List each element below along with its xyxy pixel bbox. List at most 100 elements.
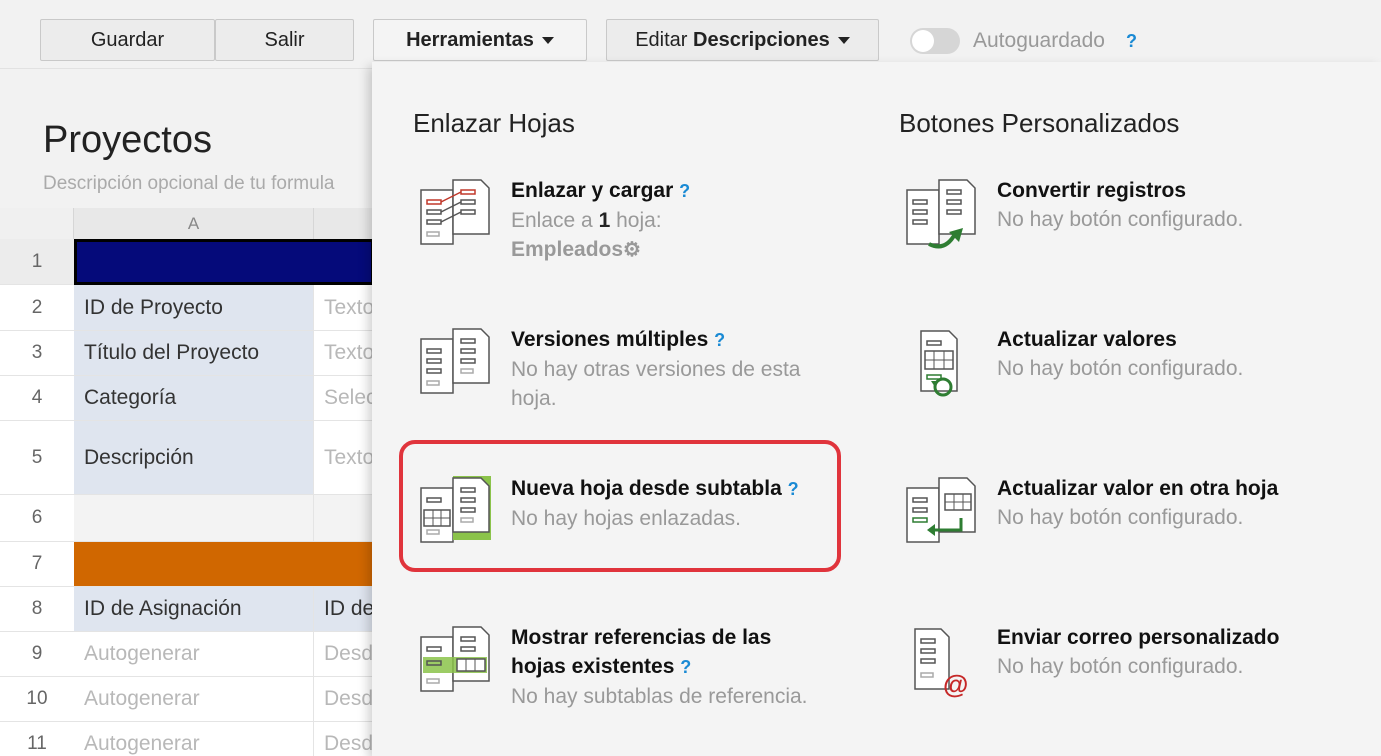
- item-text: Versiones múltiples ? No hay otras versi…: [511, 325, 841, 413]
- row-number[interactable]: 7: [0, 542, 74, 587]
- field-value-cell[interactable]: Desd: [314, 632, 372, 677]
- field-value-cell[interactable]: Texto: [314, 285, 372, 331]
- autosave-toggle[interactable]: [910, 28, 960, 54]
- tools-menu-label: Herramientas: [406, 28, 534, 51]
- row-number[interactable]: 9: [0, 632, 74, 677]
- help-icon[interactable]: ?: [714, 330, 725, 350]
- row-number[interactable]: 11: [0, 722, 74, 756]
- field-value-cell[interactable]: Texto: [314, 331, 372, 376]
- empty-cell[interactable]: [74, 495, 314, 542]
- item-subtitle: No hay botón configurado.: [997, 506, 1244, 529]
- field-label-cell[interactable]: Título del Proyecto: [74, 331, 314, 376]
- item-text: Convertir registros No hay botón configu…: [997, 176, 1357, 234]
- item-title-text: Versiones múltiples: [511, 328, 709, 351]
- column-header-b[interactable]: [314, 208, 372, 239]
- row-number[interactable]: 1: [0, 239, 74, 285]
- item-title: Actualizar valores: [997, 328, 1177, 351]
- field-value-cell[interactable]: Desd: [314, 677, 372, 722]
- multi-version-icon: [420, 328, 490, 394]
- item-subtitle: No hay otras versiones de esta hoja.: [511, 358, 801, 410]
- section-header-cell[interactable]: [74, 239, 372, 285]
- field-label-cell[interactable]: ID de Asignación: [74, 587, 314, 632]
- item-subtitle: No hay botón configurado.: [997, 208, 1244, 231]
- save-button[interactable]: Guardar: [40, 19, 215, 61]
- exit-button-label: Salir: [264, 28, 305, 51]
- row-number[interactable]: 5: [0, 421, 74, 495]
- page-title[interactable]: Proyectos: [43, 119, 212, 162]
- tools-dropdown-panel: Enlazar Hojas Botones Personalizados Enl…: [372, 62, 1381, 756]
- empty-cell[interactable]: [314, 495, 372, 542]
- corner-header: [0, 208, 74, 239]
- row-number[interactable]: 6: [0, 495, 74, 542]
- item-title: Actualizar valor en otra hoja: [997, 477, 1279, 500]
- gear-icon[interactable]: ⚙: [623, 239, 641, 261]
- field-label-cell[interactable]: ID de Proyecto: [74, 285, 314, 331]
- row-number[interactable]: 8: [0, 587, 74, 632]
- item-text: Enviar correo personalizado No hay botón…: [997, 623, 1357, 681]
- exit-button[interactable]: Salir: [215, 19, 354, 61]
- field-value-cell[interactable]: Texto: [314, 421, 372, 495]
- item-text: Enlazar y cargar ? Enlace a 1 hoja: Empl…: [511, 176, 841, 265]
- row-number[interactable]: 2: [0, 285, 74, 331]
- field-label-cell[interactable]: ID de: [314, 587, 372, 632]
- row-number[interactable]: 3: [0, 331, 74, 376]
- column-header-a[interactable]: A: [74, 208, 314, 239]
- item-subtitle: No hay subtablas de referencia.: [511, 685, 808, 708]
- item-title-line2: hojas existentes ?: [511, 652, 841, 682]
- edit-prefix-label: Editar: [635, 28, 688, 51]
- chevron-down-icon: [837, 36, 850, 44]
- field-label-cell[interactable]: Descripción: [74, 421, 314, 495]
- help-icon[interactable]: ?: [679, 181, 690, 201]
- highlight-box: [399, 440, 841, 572]
- help-icon[interactable]: ?: [680, 657, 691, 677]
- convert-records-item[interactable]: Convertir registros No hay botón configu…: [905, 176, 1355, 256]
- tools-menu-button[interactable]: Herramientas: [373, 19, 587, 61]
- autosave-help-icon[interactable]: ?: [1126, 31, 1137, 52]
- toggle-knob: [912, 30, 934, 52]
- item-text: Actualizar valor en otra hoja No hay bot…: [997, 474, 1357, 532]
- section-header-cell[interactable]: [74, 542, 372, 587]
- row-number[interactable]: 4: [0, 376, 74, 421]
- link-load-icon: [420, 179, 490, 245]
- field-value-cell[interactable]: Autogenerar: [74, 677, 314, 722]
- save-button-label: Guardar: [90, 28, 165, 51]
- subtitle-suffix: hoja:: [610, 209, 662, 232]
- update-other-sheet-item[interactable]: Actualizar valor en otra hoja No hay bot…: [905, 474, 1355, 554]
- field-value-cell[interactable]: Autogenerar: [74, 632, 314, 677]
- item-text: Mostrar referencias de las hojas existen…: [511, 623, 841, 711]
- spreadsheet-grid: A 1 2 ID de Proyecto Texto 3 Título del …: [0, 208, 372, 756]
- edit-descriptions-button[interactable]: Editar Descripciones: [606, 19, 879, 61]
- update-values-icon: [920, 330, 958, 397]
- form-header: Proyectos Descripción opcional de tu for…: [0, 68, 372, 208]
- form-description[interactable]: Descripción opcional de tu formula: [43, 173, 335, 195]
- show-references-icon: [420, 626, 490, 692]
- update-other-sheet-icon: [906, 477, 976, 543]
- convert-records-icon: [906, 179, 976, 249]
- autosave-label: Autoguardado: [973, 29, 1105, 52]
- item-title: Enviar correo personalizado: [997, 626, 1280, 649]
- subtitle-bold: 1: [598, 209, 611, 232]
- item-subtitle: Enlace a 1 hoja:: [511, 206, 841, 235]
- row-number[interactable]: 10: [0, 677, 74, 722]
- multiple-versions-item[interactable]: Versiones múltiples ? No hay otras versi…: [419, 325, 839, 415]
- item-text: Actualizar valores No hay botón configur…: [997, 325, 1357, 383]
- field-value-cell[interactable]: Selec: [314, 376, 372, 421]
- svg-text:@: @: [943, 669, 968, 699]
- show-references-item[interactable]: Mostrar referencias de las hojas existen…: [419, 623, 839, 723]
- linked-sheet-name: Empleados: [511, 238, 624, 261]
- item-title-text: Enlazar y cargar: [511, 179, 674, 202]
- item-title: Convertir registros: [997, 179, 1187, 202]
- field-value-cell[interactable]: Autogenerar: [74, 722, 314, 756]
- update-values-item[interactable]: Actualizar valores No hay botón configur…: [905, 325, 1355, 405]
- item-title: Enlazar y cargar ?: [511, 176, 841, 206]
- linked-sheet-link[interactable]: Empleados⚙: [511, 235, 841, 265]
- field-value-cell[interactable]: Desd: [314, 722, 372, 756]
- item-title-line1: Mostrar referencias de las: [511, 626, 772, 649]
- item-subtitle: No hay botón configurado.: [997, 357, 1244, 380]
- field-label-cell[interactable]: Categoría: [74, 376, 314, 421]
- send-email-icon: @: [914, 628, 968, 699]
- item-title-text: hojas existentes: [511, 655, 675, 678]
- item-title: Versiones múltiples ?: [511, 325, 841, 355]
- send-custom-email-item[interactable]: @ Enviar correo personalizado No hay bot…: [905, 623, 1355, 703]
- link-and-load-item[interactable]: Enlazar y cargar ? Enlace a 1 hoja: Empl…: [419, 176, 839, 286]
